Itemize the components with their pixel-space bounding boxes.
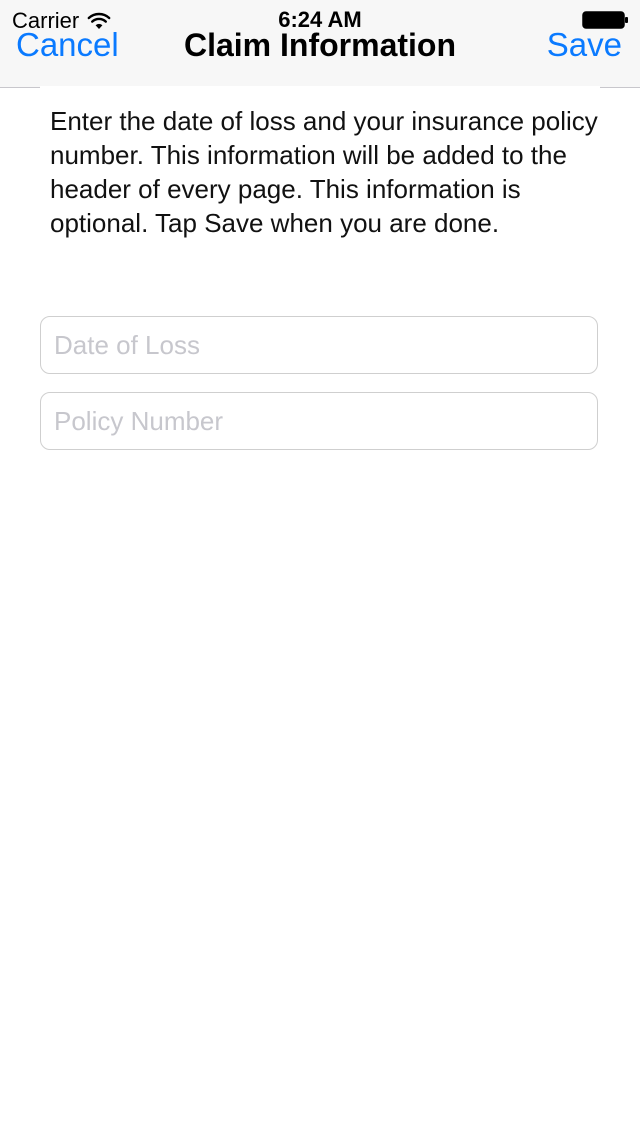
instructions-text: Enter the date of loss and your insuranc…	[50, 106, 598, 238]
navigation-bar: Carrier 6:24 AM Cancel Claim Information…	[0, 0, 640, 88]
save-button[interactable]: Save	[547, 26, 622, 64]
date-of-loss-field[interactable]	[40, 316, 598, 374]
page-title: Claim Information	[183, 27, 456, 63]
content-top-edge	[40, 86, 600, 89]
policy-number-field[interactable]	[40, 392, 598, 450]
